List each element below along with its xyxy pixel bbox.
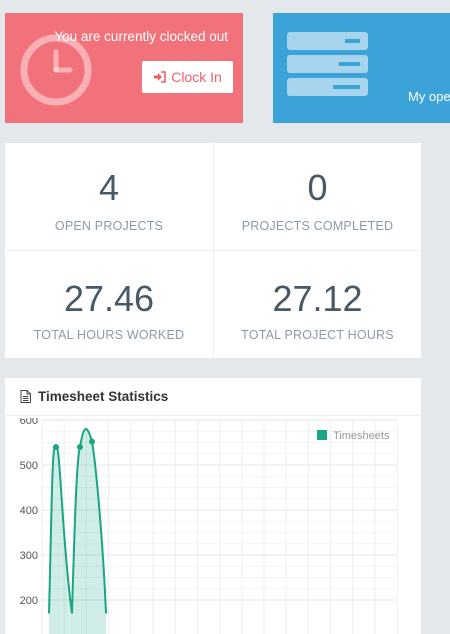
panel-header: Timesheet Statistics [5, 378, 421, 416]
clock-status-card: You are currently clocked out Clock In [5, 13, 243, 123]
y-tick-label: 600 [20, 418, 38, 427]
clock-status-text: You are currently clocked out [54, 29, 228, 44]
stat-label: TOTAL HOURS WORKED [33, 328, 185, 342]
stat-projects-completed: 0 PROJECTS COMPLETED [213, 143, 421, 250]
clock-in-button[interactable]: Clock In [142, 61, 233, 93]
data-point [53, 444, 59, 450]
stat-value: 27.12 [272, 278, 363, 319]
panel-title: Timesheet Statistics [38, 389, 169, 404]
y-tick-label: 500 [20, 460, 38, 472]
document-icon [20, 390, 31, 403]
timesheet-chart: 200 300 400 500 600 Timesheets [20, 418, 398, 634]
stat-open-projects: 4 OPEN PROJECTS [5, 143, 213, 250]
legend-swatch [317, 430, 327, 440]
server-icon [287, 32, 368, 96]
y-tick-label: 300 [20, 550, 38, 562]
stat-label: OPEN PROJECTS [54, 219, 164, 233]
stat-value: 27.46 [63, 278, 155, 319]
stat-label: TOTAL PROJECT HOURS [241, 328, 394, 342]
y-tick-label: 400 [20, 505, 38, 517]
open-projects-card[interactable]: My open [273, 13, 450, 123]
stat-value: 4 [98, 167, 120, 208]
stat-total-project-hours: 27.12 TOTAL PROJECT HOURS [213, 250, 421, 358]
legend-label: Timesheets [333, 430, 390, 442]
data-point [89, 438, 95, 445]
sign-in-icon [154, 71, 167, 83]
clock-in-label: Clock In [171, 69, 222, 85]
stat-label: PROJECTS COMPLETED [241, 219, 394, 233]
stats-panel: 4 OPEN PROJECTS 0 PROJECTS COMPLETED 27.… [5, 143, 421, 358]
data-point [77, 444, 83, 450]
open-projects-label: My open [408, 89, 450, 104]
y-tick-label: 200 [20, 595, 38, 607]
stat-value: 0 [307, 167, 328, 208]
stat-total-hours-worked: 27.46 TOTAL HOURS WORKED [5, 250, 213, 358]
timesheet-statistics-panel: Timesheet Statistics 200 300 400 500 600 Time… [5, 378, 421, 634]
